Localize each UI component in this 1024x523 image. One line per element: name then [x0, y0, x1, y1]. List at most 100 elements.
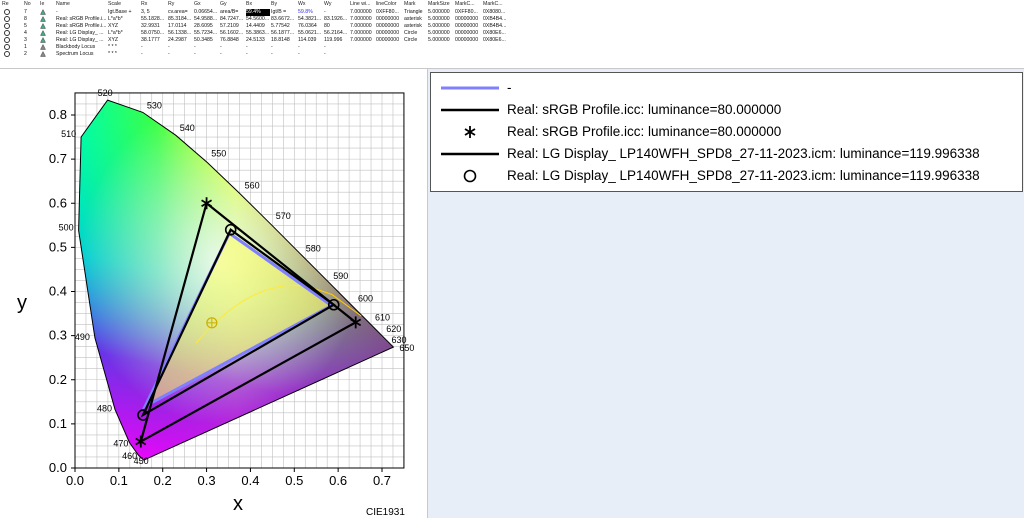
cell-lw	[350, 51, 375, 58]
table-row[interactable]: 1 Blackbody Locus * * * - - - - - - - -	[0, 44, 1024, 51]
table-row[interactable]: 3 Real: LG Display_ ... XYZ 38.1777 24.2987 5…	[0, 37, 1024, 44]
cell-ms	[428, 51, 454, 58]
row-radio[interactable]	[4, 44, 14, 51]
column-header[interactable]: Ie	[40, 1, 54, 8]
table-row[interactable]: 4 Real: LG Display_ ... L*a*b* 58.0750... 56…	[0, 30, 1024, 37]
gamut-icon	[40, 37, 54, 44]
cell-bx: -	[246, 51, 248, 57]
cell-no: 8	[24, 16, 27, 22]
column-header[interactable]: Gy	[220, 1, 245, 8]
cell-lc: 00000000	[376, 23, 400, 29]
legend: - Real: sRGB Profile.icc: luminance=80.00…	[430, 72, 1023, 192]
column-header[interactable]: Re	[2, 1, 22, 8]
column-header[interactable]: MarkC...	[483, 1, 510, 8]
x-tick-label: 0.3	[198, 473, 216, 488]
cell-name: Blackbody Locus	[56, 44, 96, 50]
legend-item[interactable]: -	[431, 77, 1021, 99]
x-tick-label: 0.4	[241, 473, 259, 488]
row-radio[interactable]	[4, 9, 14, 16]
wavelength-label: 600	[358, 294, 373, 304]
cell-ry: -	[168, 44, 170, 50]
cell-name: Real: LG Display_ ...	[56, 37, 104, 43]
row-radio[interactable]	[4, 16, 14, 23]
cell-wx: 59.8%	[298, 9, 313, 15]
cell-gx: 55.7234...	[194, 30, 218, 36]
x-tick-label: 0.7	[373, 473, 391, 488]
wavelength-label: 650	[399, 343, 414, 353]
column-header[interactable]: Line wi...	[350, 1, 375, 8]
table-row[interactable]: 7 - Igt.Base + 3, 5 cv.area= 0.06654... area/B…	[0, 9, 1024, 16]
legend-item[interactable]: Real: sRGB Profile.icc: luminance=80.000…	[431, 99, 1021, 121]
cell-bx: 59.4%	[246, 9, 270, 16]
column-header[interactable]: Scale	[108, 1, 140, 8]
cell-gx: 28.6095	[194, 23, 213, 29]
column-header[interactable]: MarkSize	[428, 1, 454, 8]
row-radio[interactable]	[4, 23, 14, 30]
cell-rx: -	[141, 51, 143, 57]
row-radio[interactable]	[4, 30, 14, 37]
column-header[interactable]: Mark	[404, 1, 427, 8]
column-header[interactable]: Wy	[324, 1, 349, 8]
cell-mc1: 00000000	[455, 30, 479, 36]
cell-name: Real: sRGB Profile.i...	[56, 23, 106, 29]
cell-mark: Circle	[404, 37, 418, 43]
cell-lw: 7.000000	[350, 30, 372, 36]
cell-by: 83.6672...	[271, 16, 295, 22]
legend-item[interactable]: Real: LG Display_ LP140WFH_SPD8_27-11-20…	[431, 143, 1021, 165]
cell-gx: -	[194, 44, 196, 50]
row-radio[interactable]	[4, 37, 14, 44]
cell-no: 2	[24, 51, 27, 57]
column-header[interactable]: No	[24, 1, 38, 8]
gamut-icon	[40, 30, 54, 37]
white-point-marker	[206, 317, 218, 329]
cell-ry: 85.3184...	[168, 16, 192, 22]
cell-bx: 54.5600...	[246, 16, 270, 22]
table-row[interactable]: 2 Spectrum Locus * * * - - - - - - - -	[0, 51, 1024, 58]
x-tick-label: 0.0	[66, 473, 84, 488]
x-axis-label: x	[233, 493, 243, 515]
table-row[interactable]: 5 Real: sRGB Profile.i... XYZ 32.9931 17.011…	[0, 23, 1024, 30]
cell-lw: 7.000000	[350, 16, 372, 22]
x-tick-label: 0.6	[329, 473, 347, 488]
wavelength-label: 560	[245, 180, 260, 190]
cell-wy: 119.996	[324, 37, 343, 43]
legend-item[interactable]: Real: sRGB Profile.icc: luminance=80.000…	[431, 121, 1021, 143]
table-row[interactable]: 8 Real: sRGB Profile.i... L*a*b* 55.1828...…	[0, 16, 1024, 23]
cell-mark: asterisk	[404, 16, 422, 22]
cell-mc2: 0X80E6...	[483, 30, 506, 36]
cell-name: -	[56, 9, 58, 15]
cell-wx: -	[298, 51, 300, 57]
cell-lc: 00000000	[376, 30, 400, 36]
cell-mc1: 00000000	[455, 37, 479, 43]
cell-gx: 54.9588...	[194, 16, 218, 22]
column-header[interactable]: Name	[56, 1, 106, 8]
cie-chart: 4504604704804905005105205305405505605705…	[17, 88, 414, 518]
asterisk-icon	[439, 121, 501, 143]
wavelength-label: 590	[333, 271, 348, 281]
cell-bx: -	[246, 44, 248, 50]
y-tick-label: 0.1	[49, 416, 67, 431]
column-header[interactable]: Gx	[194, 1, 219, 8]
wavelength-label: 580	[306, 243, 321, 253]
cell-mark: Circle	[404, 30, 418, 36]
column-header[interactable]: lineColor	[376, 1, 403, 8]
column-header[interactable]: Rx	[141, 1, 167, 8]
legend-label: -	[507, 80, 512, 95]
cell-mark: asterisk	[404, 23, 422, 29]
wavelength-label: 470	[113, 438, 128, 448]
column-header[interactable]: By	[271, 1, 297, 8]
cell-gx: 50.3485	[194, 37, 213, 43]
column-header[interactable]: Wx	[298, 1, 323, 8]
column-header[interactable]: MarkC...	[455, 1, 482, 8]
cell-rx: 55.1828...	[141, 16, 165, 22]
cell-ms: 5.000000	[428, 30, 450, 36]
y-axis-label: y	[17, 292, 27, 314]
cell-wy: 83.1926...	[324, 16, 348, 22]
legend-line-swatch	[439, 143, 501, 165]
legend-item[interactable]: Real: LG Display_ LP140WFH_SPD8_27-11-20…	[431, 165, 1021, 187]
row-radio[interactable]	[4, 51, 14, 58]
column-header[interactable]: Ry	[168, 1, 193, 8]
legend-label: Real: LG Display_ LP140WFH_SPD8_27-11-20…	[507, 146, 980, 161]
column-header[interactable]: Bx	[246, 1, 270, 8]
cell-by: -	[271, 51, 273, 57]
